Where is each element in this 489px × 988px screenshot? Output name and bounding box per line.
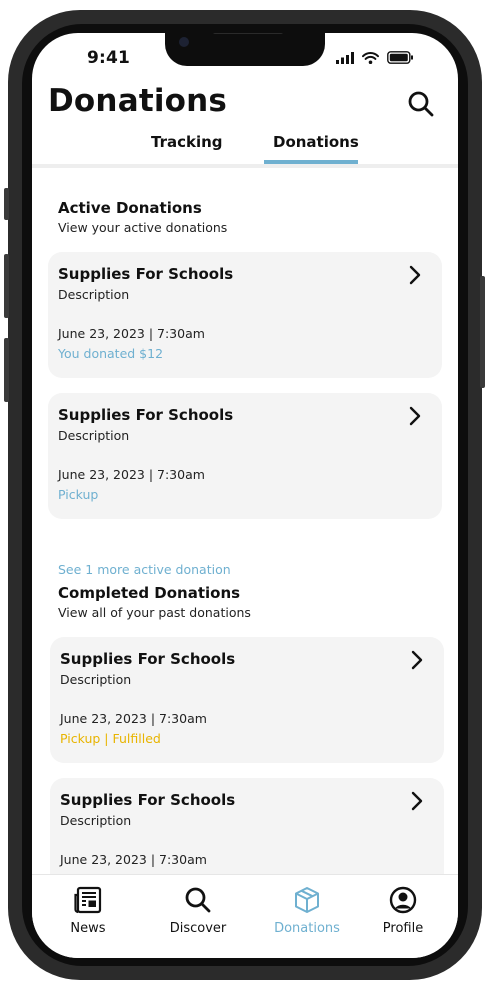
scroll-content[interactable]: Active Donations View your active donati… <box>32 170 458 874</box>
chevron-right-icon[interactable] <box>408 790 426 812</box>
active-donations-subtitle: View your active donations <box>58 220 228 235</box>
cellular-signal-icon <box>336 51 354 64</box>
status-time: 9:41 <box>87 48 131 68</box>
power-button <box>480 276 485 388</box>
completed-donations-title: Completed Donations <box>58 584 241 602</box>
card-title: Supplies For Schools <box>58 265 234 283</box>
card-title: Supplies For Schools <box>58 406 234 424</box>
user-circle-icon <box>389 886 417 914</box>
volume-up-button <box>4 254 9 318</box>
tab-bar: Tracking Donations <box>32 131 458 168</box>
nav-profile-label: Profile <box>382 921 424 936</box>
see-more-link[interactable]: See 1 more active donation <box>58 562 231 577</box>
donation-card[interactable]: Supplies For Schools Description June 23… <box>48 252 442 378</box>
tab-donations[interactable]: Donations <box>273 133 359 151</box>
nav-discover-label: Discover <box>169 921 227 936</box>
wifi-icon <box>362 51 379 64</box>
chevron-right-icon[interactable] <box>406 264 424 286</box>
chevron-right-icon[interactable] <box>406 405 424 427</box>
newspaper-icon <box>74 886 102 914</box>
page-title: Donations <box>48 83 228 119</box>
card-description: Description <box>60 813 132 828</box>
speaker <box>213 33 283 34</box>
active-donations-title: Active Donations <box>58 199 202 217</box>
nav-discover[interactable]: Discover <box>153 885 243 936</box>
tab-tracking[interactable]: Tracking <box>151 133 223 151</box>
donation-card[interactable]: Supplies For Schools Description June 23… <box>48 393 442 519</box>
search-button[interactable] <box>406 89 436 119</box>
battery-icon <box>387 51 413 64</box>
donation-card[interactable]: Supplies For Schools Description June 23… <box>50 637 444 763</box>
nav-news-label: News <box>70 921 106 936</box>
nav-news[interactable]: News <box>43 885 133 936</box>
mute-switch <box>4 188 9 220</box>
screen: 9:41 Donations Tracking Donations Active… <box>32 33 458 958</box>
card-title: Supplies For Schools <box>60 650 236 668</box>
card-status: You donated $12 <box>58 346 164 361</box>
active-tab-indicator <box>264 160 358 164</box>
card-date: June 23, 2023 | 7:30am <box>60 711 207 726</box>
card-status: Pickup <box>58 487 99 502</box>
volume-down-button <box>4 338 9 402</box>
card-date: June 23, 2023 | 7:30am <box>58 467 205 482</box>
card-title: Supplies For Schools <box>60 791 236 809</box>
card-date: June 23, 2023 | 7:30am <box>60 852 207 867</box>
nav-donations-label: Donations <box>274 921 340 936</box>
chevron-right-icon[interactable] <box>408 649 426 671</box>
nav-donations[interactable]: Donations <box>262 885 352 936</box>
card-status: Pickup | Fulfilled <box>60 731 161 746</box>
nav-profile[interactable]: Profile <box>358 885 448 936</box>
donation-card[interactable]: Supplies For Schools Description June 23… <box>50 778 444 874</box>
search-icon <box>185 887 211 913</box>
status-icons <box>336 51 414 64</box>
bottom-nav: News Discover Donations Profile <box>32 874 458 958</box>
completed-donations-subtitle: View all of your past donations <box>58 605 251 620</box>
card-description: Description <box>58 287 130 302</box>
search-icon <box>408 91 434 117</box>
card-description: Description <box>58 428 130 443</box>
card-date: June 23, 2023 | 7:30am <box>58 326 205 341</box>
box-icon <box>295 887 319 913</box>
notch <box>165 33 325 66</box>
card-description: Description <box>60 672 132 687</box>
front-camera <box>179 37 189 47</box>
